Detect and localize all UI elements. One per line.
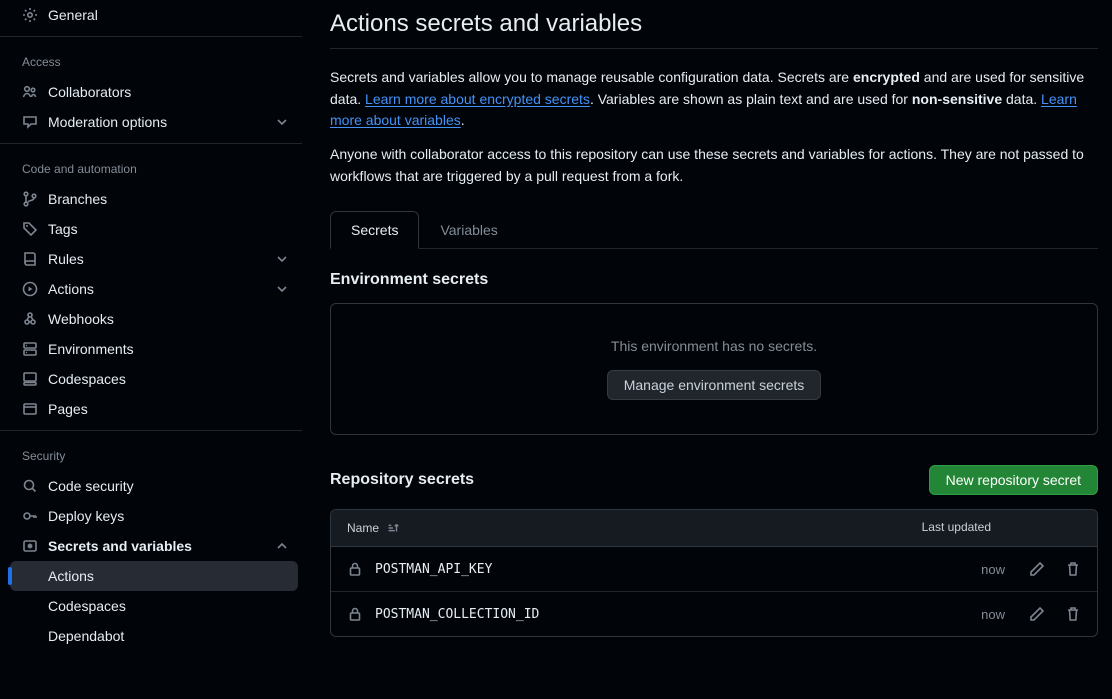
server-icon	[22, 341, 38, 357]
sidebar-item-secrets-variables[interactable]: Secrets and variables	[0, 531, 302, 561]
sidebar-item-moderation[interactable]: Moderation options	[0, 107, 302, 137]
sidebar: General Access Collaborators Moderation …	[0, 0, 310, 699]
shield-search-icon	[22, 478, 38, 494]
trash-icon[interactable]	[1065, 606, 1081, 622]
sidebar-item-branches[interactable]: Branches	[0, 184, 302, 214]
sidebar-label: Branches	[48, 191, 107, 207]
sidebar-item-sv-dependabot[interactable]: Dependabot	[0, 621, 302, 651]
env-secrets-title: Environment secrets	[330, 271, 1098, 289]
sidebar-item-webhooks[interactable]: Webhooks	[0, 304, 302, 334]
edit-icon[interactable]	[1029, 561, 1045, 577]
browser-icon	[22, 401, 38, 417]
col-name-header[interactable]: Name	[347, 520, 401, 536]
sidebar-section-code: Code and automation	[0, 148, 302, 184]
webhook-icon	[22, 311, 38, 327]
sidebar-label: Actions	[48, 568, 94, 584]
new-repo-secret-button[interactable]: New repository secret	[929, 465, 1098, 495]
branch-icon	[22, 191, 38, 207]
sidebar-label: Pages	[48, 401, 88, 417]
key-icon	[22, 508, 38, 524]
codespaces-icon	[22, 371, 38, 387]
sidebar-item-rules[interactable]: Rules	[0, 244, 302, 274]
lock-icon	[347, 561, 363, 577]
sort-icon	[385, 520, 401, 536]
repo-secrets-title: Repository secrets	[330, 471, 474, 489]
sidebar-item-sv-codespaces[interactable]: Codespaces	[0, 591, 302, 621]
secret-name: POSTMAN_API_KEY	[375, 562, 492, 577]
divider	[0, 36, 302, 37]
sidebar-label: Rules	[48, 251, 84, 267]
sidebar-item-deploy-keys[interactable]: Deploy keys	[0, 501, 302, 531]
tag-icon	[22, 221, 38, 237]
sidebar-item-sv-actions[interactable]: Actions	[10, 561, 298, 591]
manage-env-secrets-button[interactable]: Manage environment secrets	[607, 370, 822, 400]
sidebar-label: Codespaces	[48, 598, 126, 614]
sidebar-item-code-security[interactable]: Code security	[0, 471, 302, 501]
secret-updated: now	[981, 562, 1005, 577]
sidebar-label: Codespaces	[48, 371, 126, 387]
trash-icon[interactable]	[1065, 561, 1081, 577]
divider	[0, 430, 302, 431]
sidebar-section-security: Security	[0, 435, 302, 471]
table-header: Name Last updated	[331, 510, 1097, 547]
divider	[330, 48, 1098, 49]
col-updated-header: Last updated	[922, 520, 991, 536]
sidebar-label: Collaborators	[48, 84, 131, 100]
table-row: POSTMAN_API_KEY now	[331, 547, 1097, 592]
sidebar-label: Deploy keys	[48, 508, 124, 524]
description-2: Anyone with collaborator access to this …	[330, 144, 1098, 187]
play-circle-icon	[22, 281, 38, 297]
tabs: Secrets Variables	[330, 211, 1098, 249]
chevron-down-icon	[274, 114, 290, 130]
tab-variables[interactable]: Variables	[419, 211, 518, 249]
sidebar-item-actions[interactable]: Actions	[0, 274, 302, 304]
description-1: Secrets and variables allow you to manag…	[330, 67, 1098, 132]
secrets-table: Name Last updated POSTMAN_API_KEY now PO…	[330, 509, 1098, 637]
divider	[0, 143, 302, 144]
chevron-down-icon	[274, 251, 290, 267]
sidebar-label: Secrets and variables	[48, 538, 192, 554]
main-content: Actions secrets and variables Secrets an…	[310, 0, 1112, 699]
secret-updated: now	[981, 607, 1005, 622]
lock-icon	[347, 606, 363, 622]
sidebar-item-codespaces[interactable]: Codespaces	[0, 364, 302, 394]
sidebar-label: Actions	[48, 281, 94, 297]
book-icon	[22, 251, 38, 267]
sidebar-section-access: Access	[0, 41, 302, 77]
sidebar-label: Webhooks	[48, 311, 114, 327]
sidebar-label: Moderation options	[48, 114, 167, 130]
sidebar-item-pages[interactable]: Pages	[0, 394, 302, 424]
gear-icon	[22, 7, 38, 23]
link-encrypted-secrets[interactable]: Learn more about encrypted secrets	[365, 91, 590, 107]
chevron-up-icon	[274, 538, 290, 554]
sidebar-label: General	[48, 7, 98, 23]
page-title: Actions secrets and variables	[330, 10, 1098, 48]
sidebar-item-tags[interactable]: Tags	[0, 214, 302, 244]
sidebar-label: Code security	[48, 478, 134, 494]
sidebar-label: Tags	[48, 221, 78, 237]
sidebar-label: Dependabot	[48, 628, 124, 644]
empty-message: This environment has no secrets.	[365, 338, 1063, 354]
sidebar-item-collaborators[interactable]: Collaborators	[0, 77, 302, 107]
sidebar-label: Environments	[48, 341, 134, 357]
env-secrets-empty: This environment has no secrets. Manage …	[330, 303, 1098, 435]
table-row: POSTMAN_COLLECTION_ID now	[331, 592, 1097, 636]
people-icon	[22, 84, 38, 100]
secret-name: POSTMAN_COLLECTION_ID	[375, 607, 539, 622]
sidebar-item-general[interactable]: General	[0, 0, 302, 30]
key-asterisk-icon	[22, 538, 38, 554]
edit-icon[interactable]	[1029, 606, 1045, 622]
chevron-down-icon	[274, 281, 290, 297]
sidebar-item-environments[interactable]: Environments	[0, 334, 302, 364]
tab-secrets[interactable]: Secrets	[330, 211, 419, 249]
comment-icon	[22, 114, 38, 130]
